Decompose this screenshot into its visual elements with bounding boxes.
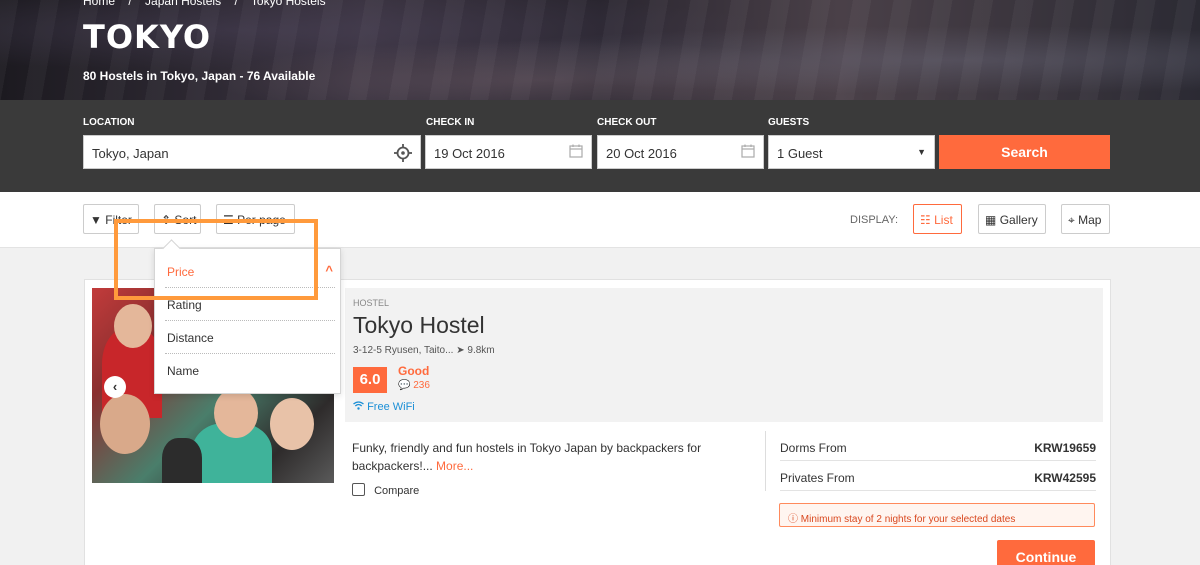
wifi-icon bbox=[353, 401, 367, 413]
checkin-input[interactable]: 19 Oct 2016 bbox=[425, 135, 592, 169]
hostel-info-box: HOSTEL Tokyo Hostel 3-12-5 Ryusen, Taito… bbox=[345, 288, 1103, 422]
display-label: DISPLAY: bbox=[850, 214, 899, 226]
compare-checkbox[interactable]: Compare bbox=[352, 483, 419, 497]
search-bar: LOCATION Tokyo, Japan CHECK IN 19 Oct 20… bbox=[0, 100, 1200, 192]
photo-person bbox=[162, 438, 202, 483]
hostel-description: Funky, friendly and fun hostels in Tokyo… bbox=[352, 439, 752, 475]
sort-option-label: Name bbox=[167, 364, 200, 378]
compare-label: Compare bbox=[374, 485, 420, 497]
checkin-value: 19 Oct 2016 bbox=[434, 146, 505, 161]
checkout-label: CHECK OUT bbox=[597, 117, 657, 128]
privates-label: Privates From bbox=[780, 471, 855, 485]
dorms-label: Dorms From bbox=[780, 441, 847, 455]
breadcrumb-separator: / bbox=[128, 0, 132, 8]
hostel-address: 3-12-5 Ryusen, Taito... ➤ 9.8km bbox=[353, 345, 495, 356]
checkbox-icon[interactable] bbox=[352, 483, 365, 496]
sort-option-distance[interactable]: Distance bbox=[165, 321, 335, 354]
display-map-button[interactable]: ⌖ Map bbox=[1061, 204, 1110, 234]
chevron-up-icon: ^ bbox=[325, 263, 333, 278]
map-label: Map bbox=[1078, 213, 1102, 227]
location-value: Tokyo, Japan bbox=[92, 146, 169, 161]
gallery-label: Gallery bbox=[999, 213, 1038, 227]
more-link[interactable]: More... bbox=[436, 459, 473, 473]
price-row-privates: Privates From KRW42595 bbox=[780, 461, 1096, 491]
calendar-icon bbox=[741, 144, 755, 161]
location-input[interactable]: Tokyo, Japan bbox=[83, 135, 421, 169]
price-row-dorms: Dorms From KRW19659 bbox=[780, 431, 1096, 461]
highlight-annotation-box bbox=[114, 219, 318, 300]
min-stay-notice: ⓘ Minimum stay of 2 nights for your sele… bbox=[779, 503, 1095, 527]
photo-face bbox=[100, 394, 150, 454]
description-text: Funky, friendly and fun hostels in Tokyo… bbox=[352, 441, 702, 473]
crosshair-icon[interactable] bbox=[394, 144, 412, 165]
calendar-icon bbox=[569, 144, 583, 161]
search-button[interactable]: Search bbox=[939, 135, 1110, 169]
breadcrumb-separator: / bbox=[234, 0, 238, 8]
page-title: TOKYO bbox=[83, 18, 212, 56]
location-label: LOCATION bbox=[83, 117, 135, 128]
amenity-wifi: Free WiFi bbox=[353, 401, 415, 413]
filter-icon: ▼ bbox=[90, 213, 102, 227]
photo-face bbox=[114, 304, 152, 348]
photo-prev-arrow-icon[interactable]: ‹ bbox=[104, 376, 126, 398]
display-list-button[interactable]: ☷ List bbox=[913, 204, 962, 234]
hero-banner: Home / Japan Hostels / Tokyo Hostels TOK… bbox=[0, 0, 1200, 100]
breadcrumb-tokyo[interactable]: Tokyo Hostels bbox=[251, 0, 326, 8]
list-icon: ☷ bbox=[920, 213, 931, 227]
sort-option-label: Distance bbox=[167, 331, 214, 345]
checkout-input[interactable]: 20 Oct 2016 bbox=[597, 135, 764, 169]
breadcrumb-home[interactable]: Home bbox=[83, 0, 115, 8]
map-pin-icon: ⌖ bbox=[1068, 213, 1075, 227]
dorms-price: KRW19659 bbox=[1034, 441, 1096, 455]
guests-select[interactable]: 1 Guest ▼ bbox=[768, 135, 935, 169]
navigation-arrow-icon: ➤ bbox=[456, 345, 465, 356]
distance-text: 9.8km bbox=[467, 345, 495, 356]
address-text: 3-12-5 Ryusen, Taito... bbox=[353, 345, 454, 356]
sort-option-name[interactable]: Name bbox=[165, 354, 335, 387]
property-type: HOSTEL bbox=[353, 298, 390, 308]
review-count[interactable]: 💬 236 bbox=[398, 380, 430, 391]
breadcrumb: Home / Japan Hostels / Tokyo Hostels bbox=[83, 0, 336, 8]
wifi-label: Free WiFi bbox=[367, 401, 415, 413]
caret-down-icon: ▼ bbox=[917, 147, 926, 157]
rating-score-badge: 6.0 bbox=[353, 367, 387, 393]
breadcrumb-japan[interactable]: Japan Hostels bbox=[145, 0, 221, 8]
sort-option-label: Rating bbox=[167, 298, 202, 312]
min-stay-text: Minimum stay of 2 nights for your select… bbox=[800, 514, 1016, 525]
photo-face bbox=[214, 388, 258, 438]
grid-icon: ▦ bbox=[985, 213, 997, 227]
comment-icon: 💬 bbox=[398, 380, 411, 391]
list-label: List bbox=[934, 213, 953, 227]
checkin-label: CHECK IN bbox=[426, 117, 475, 128]
page-subtitle: 80 Hostels in Tokyo, Japan - 76 Availabl… bbox=[83, 69, 316, 83]
guests-label: GUESTS bbox=[768, 117, 810, 128]
review-count-text: 236 bbox=[413, 380, 430, 391]
rating-word: Good bbox=[398, 364, 430, 378]
hostel-name[interactable]: Tokyo Hostel bbox=[353, 312, 485, 339]
privates-price: KRW42595 bbox=[1034, 471, 1096, 485]
continue-button[interactable]: Continue bbox=[997, 540, 1095, 565]
display-gallery-button[interactable]: ▦ Gallery bbox=[978, 204, 1046, 234]
price-panel: Dorms From KRW19659 Privates From KRW425… bbox=[765, 431, 1096, 491]
guests-value: 1 Guest bbox=[777, 146, 823, 161]
checkout-value: 20 Oct 2016 bbox=[606, 146, 677, 161]
info-circle-icon: ⓘ bbox=[788, 514, 798, 525]
photo-face bbox=[270, 398, 314, 450]
